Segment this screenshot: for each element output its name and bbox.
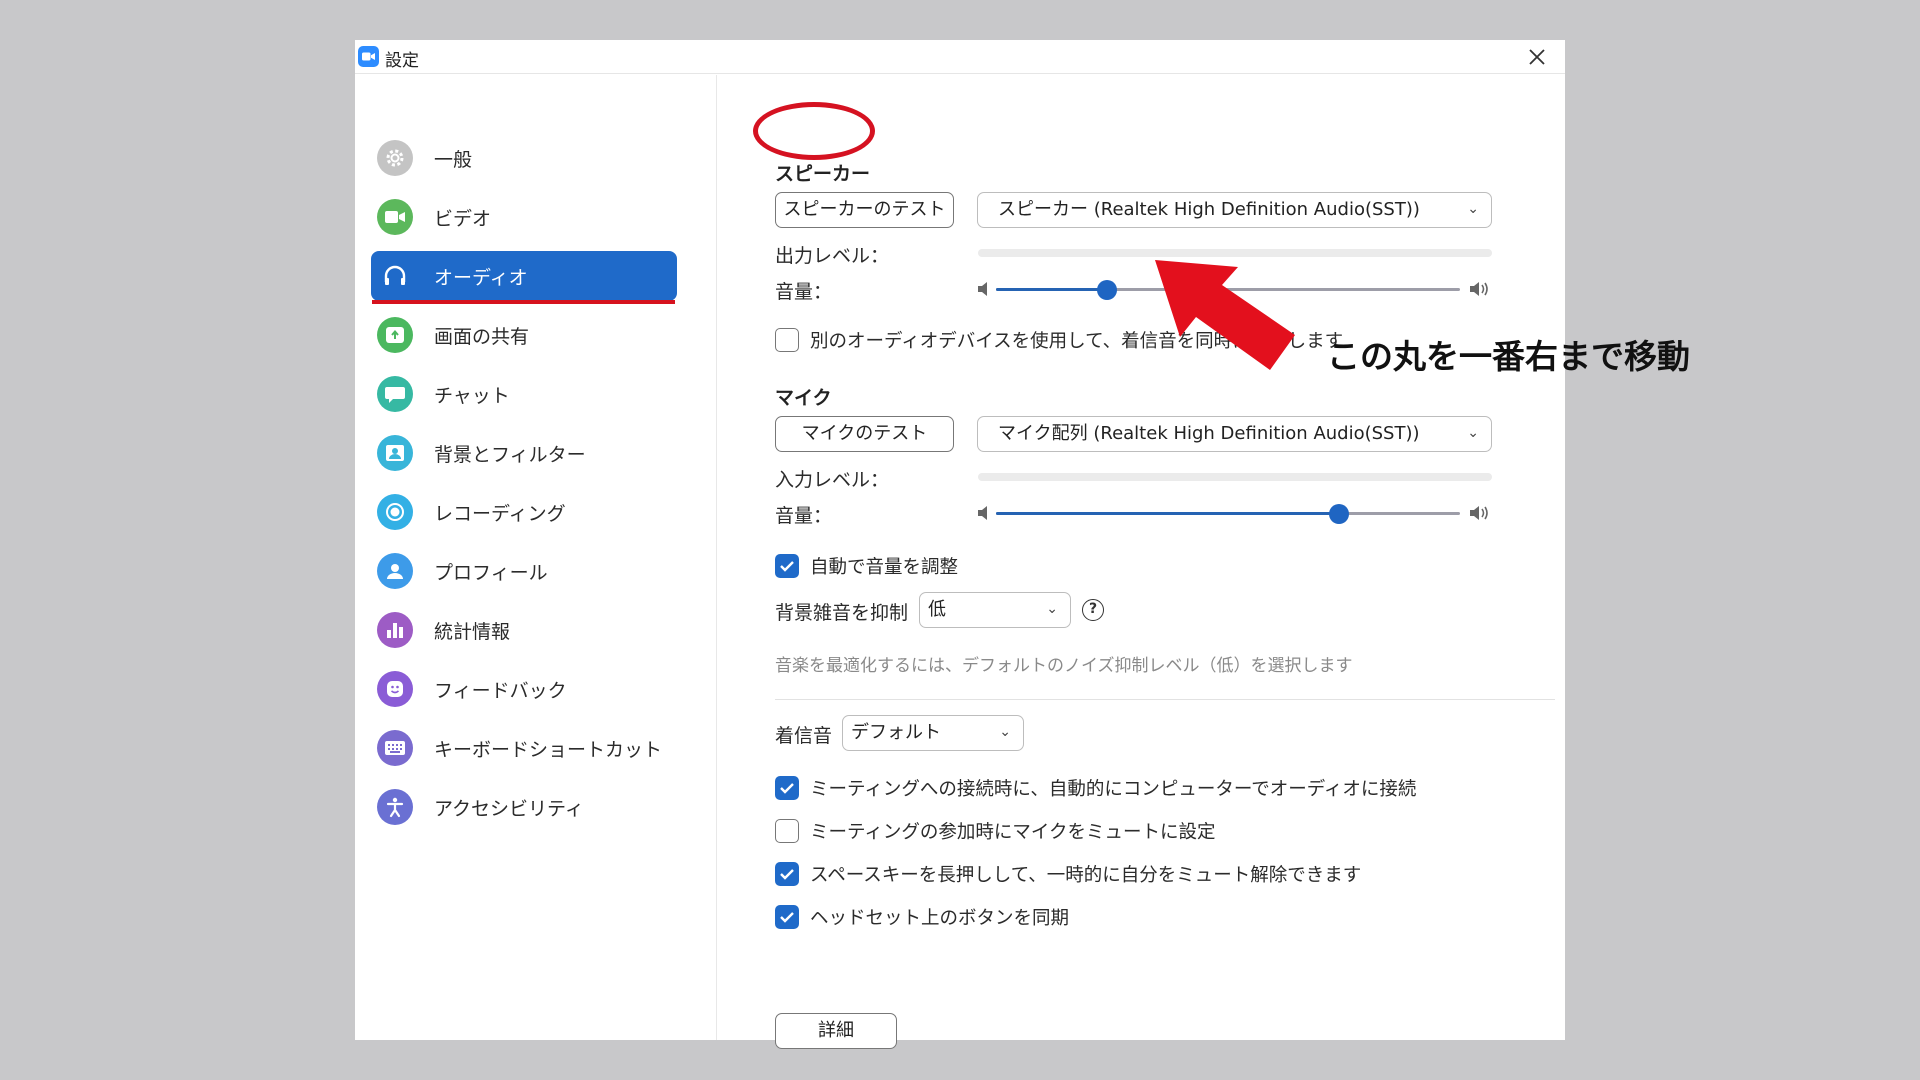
mic-device-value: マイク配列 (Realtek High Definition Audio(SST… bbox=[998, 423, 1420, 444]
sidebar-item-label: ビデオ bbox=[434, 208, 492, 230]
record-icon bbox=[377, 494, 413, 530]
volume-high-icon bbox=[1470, 506, 1488, 520]
ringtone-select[interactable]: デフォルト ⌄ bbox=[842, 715, 1024, 751]
speaker-volume-label: 音量： bbox=[775, 281, 833, 303]
noise-suppression-label: 背景雑音を抑制 bbox=[775, 602, 909, 624]
mute-on-join-checkbox[interactable] bbox=[775, 819, 799, 843]
mic-volume-slider[interactable] bbox=[996, 502, 1460, 526]
sidebar-item-statistics[interactable]: 統計情報 bbox=[371, 605, 677, 655]
active-item-underline bbox=[372, 300, 675, 304]
sidebar-item-label: キーボードショートカット bbox=[434, 739, 663, 761]
sidebar-item-recording[interactable]: レコーディング bbox=[371, 487, 677, 537]
speaker-device-select[interactable]: スピーカー (Realtek High Definition Audio(SST… bbox=[977, 192, 1492, 228]
gear-icon bbox=[377, 140, 413, 176]
chevron-down-icon: ⌄ bbox=[1467, 201, 1479, 217]
annotation-arrow-icon bbox=[1155, 260, 1295, 370]
sidebar-item-label: オーディオ bbox=[434, 267, 528, 289]
sidebar-item-label: レコーディング bbox=[434, 503, 566, 525]
sidebar-item-label: 一般 bbox=[434, 149, 473, 171]
advanced-button[interactable]: 詳細 bbox=[775, 1013, 897, 1049]
sidebar-item-label: チャット bbox=[434, 385, 510, 407]
noise-suppression-hint: 音楽を最適化するには、デフォルトのノイズ抑制レベル（低）を選択します bbox=[775, 656, 1353, 676]
auto-join-audio-checkbox[interactable] bbox=[775, 776, 799, 800]
mute-on-join-label: ミーティングの参加時にマイクをミュートに設定 bbox=[810, 822, 1216, 843]
close-icon bbox=[1529, 49, 1545, 65]
noise-suppression-value: 低 bbox=[928, 599, 946, 620]
share-screen-icon bbox=[377, 317, 413, 353]
checkmark-icon bbox=[780, 912, 794, 923]
audio-settings-panel: スピーカー スピーカーのテスト スピーカー (Realtek High Defi… bbox=[718, 75, 1565, 1049]
accessibility-icon bbox=[377, 789, 413, 825]
sync-headset-label: ヘッドセット上のボタンを同期 bbox=[810, 908, 1070, 929]
section-divider bbox=[775, 699, 1555, 700]
checkmark-icon bbox=[780, 869, 794, 880]
help-icon[interactable]: ? bbox=[1082, 599, 1104, 621]
window-title: 設定 bbox=[385, 51, 419, 71]
chevron-down-icon: ⌄ bbox=[1046, 601, 1058, 617]
chat-bubble-icon bbox=[377, 376, 413, 412]
sidebar-item-label: アクセシビリティ bbox=[434, 798, 584, 820]
sidebar-item-video[interactable]: ビデオ bbox=[371, 192, 677, 242]
volume-high-icon bbox=[1470, 282, 1488, 296]
sidebar-item-share-screen[interactable]: 画面の共有 bbox=[371, 310, 677, 360]
sidebar-item-label: 統計情報 bbox=[434, 621, 511, 643]
checkmark-icon bbox=[780, 783, 794, 794]
sidebar-item-label: プロフィール bbox=[434, 562, 548, 584]
chevron-down-icon: ⌄ bbox=[999, 724, 1011, 740]
sidebar-item-audio[interactable]: オーディオ bbox=[371, 251, 677, 301]
input-level-label: 入力レベル： bbox=[775, 469, 890, 491]
sidebar-item-label: 画面の共有 bbox=[434, 326, 530, 348]
close-button[interactable] bbox=[1523, 43, 1551, 71]
space-to-unmute-label: スペースキーを長押しして、一時的に自分をミュート解除できます bbox=[810, 865, 1362, 886]
sidebar-item-background[interactable]: 背景とフィルター bbox=[371, 428, 677, 478]
sidebar-item-feedback[interactable]: フィードバック bbox=[371, 664, 677, 714]
space-to-unmute-checkbox[interactable] bbox=[775, 862, 799, 886]
checkmark-icon bbox=[780, 561, 794, 572]
speaker-device-value: スピーカー (Realtek High Definition Audio(SST… bbox=[998, 199, 1420, 220]
sidebar-item-keyboard-shortcuts[interactable]: キーボードショートカット bbox=[371, 723, 677, 773]
settings-sidebar: 一般 ビデオ オーディオ 画面の共有 チャット 背景とフィルター レコーディング… bbox=[355, 75, 717, 1040]
sidebar-item-accessibility[interactable]: アクセシビリティ bbox=[371, 782, 677, 832]
sidebar-item-general[interactable]: 一般 bbox=[371, 133, 677, 183]
sidebar-item-label: 背景とフィルター bbox=[434, 444, 586, 466]
sidebar-item-chat[interactable]: チャット bbox=[371, 369, 677, 419]
statistics-icon bbox=[377, 612, 413, 648]
slider-fill bbox=[996, 512, 1340, 515]
headphones-icon bbox=[377, 258, 413, 294]
input-level-meter bbox=[978, 473, 1492, 481]
auto-join-audio-label: ミーティングへの接続時に、自動的にコンピューターでオーディオに接続 bbox=[810, 779, 1417, 800]
volume-low-icon bbox=[978, 282, 987, 296]
auto-adjust-label: 自動で音量を調整 bbox=[810, 557, 959, 578]
output-level-label: 出力レベル： bbox=[775, 245, 890, 267]
ringtone-value: デフォルト bbox=[851, 722, 941, 743]
volume-low-icon bbox=[978, 506, 987, 520]
zoom-app-icon bbox=[358, 46, 379, 67]
sidebar-item-label: フィードバック bbox=[434, 680, 567, 702]
test-mic-button[interactable]: マイクのテスト bbox=[775, 416, 954, 452]
chevron-down-icon: ⌄ bbox=[1467, 425, 1479, 441]
mic-volume-label: 音量： bbox=[775, 505, 833, 527]
slider-fill bbox=[996, 288, 1108, 291]
test-speaker-button[interactable]: スピーカーのテスト bbox=[775, 192, 954, 228]
video-camera-icon bbox=[377, 199, 413, 235]
separate-device-checkbox[interactable] bbox=[775, 328, 799, 352]
sidebar-item-profile[interactable]: プロフィール bbox=[371, 546, 677, 596]
speaker-section-title: スピーカー bbox=[775, 163, 871, 185]
noise-suppression-select[interactable]: 低 ⌄ bbox=[919, 592, 1071, 628]
title-bar: 設定 bbox=[355, 40, 1565, 74]
annotation-circle bbox=[753, 102, 875, 160]
profile-icon bbox=[377, 553, 413, 589]
mic-section-title: マイク bbox=[775, 387, 832, 409]
mic-device-select[interactable]: マイク配列 (Realtek High Definition Audio(SST… bbox=[977, 416, 1492, 452]
smiley-icon bbox=[377, 671, 413, 707]
background-portrait-icon bbox=[377, 435, 413, 471]
auto-adjust-checkbox[interactable] bbox=[775, 554, 799, 578]
settings-window: 設定 一般 ビデオ オーディオ 画面の共有 チャット 背景とフィルター レコーデ… bbox=[355, 40, 1565, 1049]
sync-headset-checkbox[interactable] bbox=[775, 905, 799, 929]
keyboard-icon bbox=[377, 730, 413, 766]
slider-thumb[interactable] bbox=[1329, 504, 1350, 524]
ringtone-label: 着信音 bbox=[775, 725, 833, 747]
annotation-text: この丸を一番右まで移動 bbox=[1327, 337, 1690, 376]
slider-thumb[interactable] bbox=[1097, 280, 1118, 300]
